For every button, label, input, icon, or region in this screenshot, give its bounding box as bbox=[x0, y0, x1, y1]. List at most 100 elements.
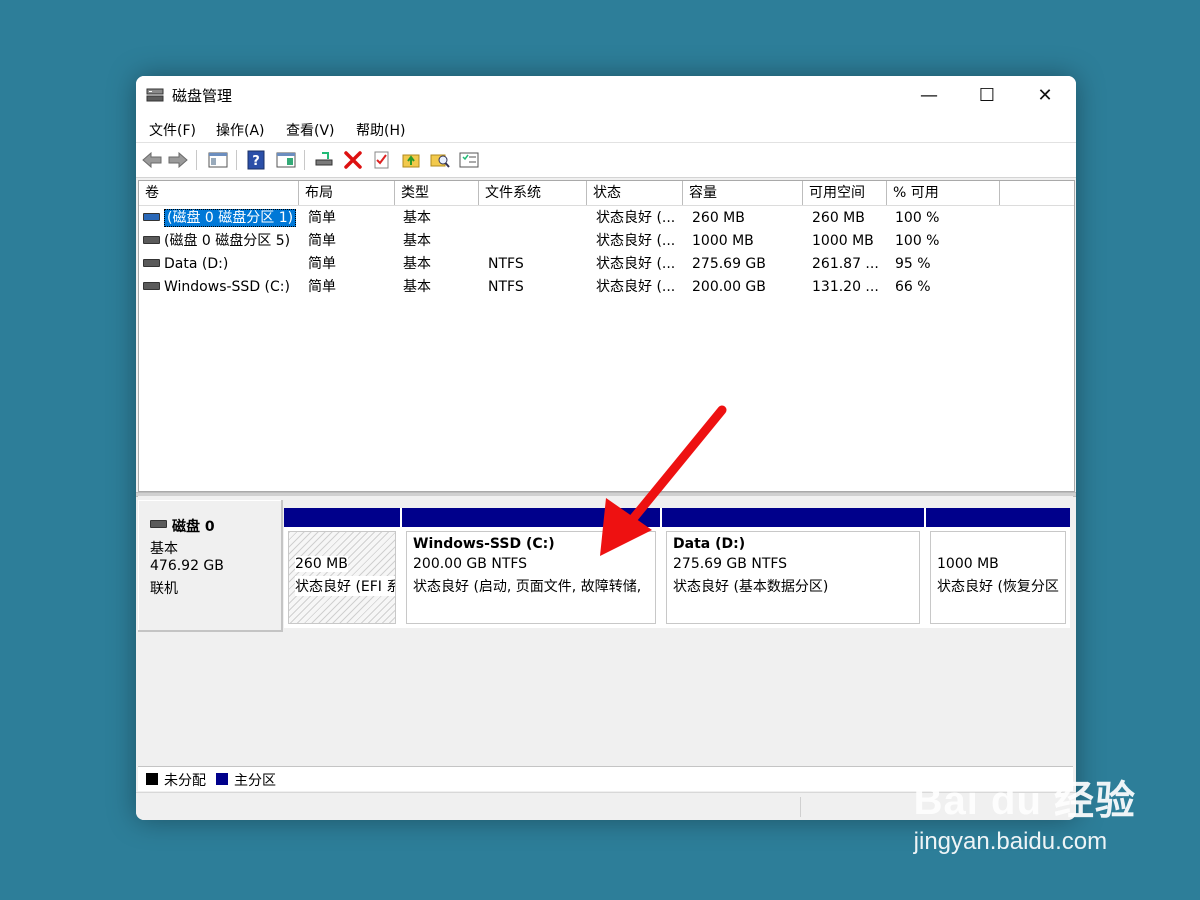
toolbar-separator bbox=[304, 150, 305, 170]
title-bar: 磁盘管理 — ☐ ✕ bbox=[136, 76, 1076, 114]
percent-free-cell: 100 % bbox=[895, 210, 940, 226]
col-percent-free[interactable]: % 可用 bbox=[887, 181, 1000, 205]
partition-title: Data (D:) bbox=[673, 536, 746, 552]
layout-cell: 简单 bbox=[308, 256, 336, 272]
col-capacity[interactable]: 容量 bbox=[683, 181, 803, 205]
status-cell: 状态良好 (... bbox=[596, 279, 676, 295]
disk-0-label[interactable]: 磁盘 0 基本 476.92 GB 联机 bbox=[138, 500, 283, 632]
volume-name: (磁盘 0 磁盘分区 1) bbox=[164, 209, 297, 227]
percent-free-cell: 95 % bbox=[895, 256, 931, 272]
minimize-icon: — bbox=[920, 84, 938, 106]
layout-cell: 简单 bbox=[308, 279, 336, 295]
disk-name: 磁盘 0 bbox=[172, 519, 215, 535]
help-icon: ? bbox=[247, 150, 265, 170]
properties-icon bbox=[459, 152, 479, 168]
table-row[interactable]: (磁盘 0 磁盘分区 1) 简单 基本 状态良好 (... 260 MB 260… bbox=[139, 207, 1074, 229]
partition-bar bbox=[662, 508, 924, 527]
free-space-cell: 261.87 ... bbox=[812, 256, 879, 272]
status-cell: 状态良好 (... bbox=[596, 210, 676, 226]
col-volume[interactable]: 卷 bbox=[139, 181, 299, 205]
volume-cell: (磁盘 0 磁盘分区 5) bbox=[139, 230, 299, 252]
minimize-button[interactable]: — bbox=[900, 76, 958, 114]
table-row[interactable]: (磁盘 0 磁盘分区 5) 简单 基本 状态良好 (... 1000 MB 10… bbox=[139, 230, 1074, 252]
capacity-cell: 275.69 GB bbox=[692, 256, 766, 272]
forward-button[interactable] bbox=[168, 150, 188, 170]
volume-name: (磁盘 0 磁盘分区 5) bbox=[164, 233, 291, 249]
drive-icon bbox=[143, 282, 160, 290]
partition-title: Windows-SSD (C:) bbox=[413, 536, 555, 552]
folder-search-icon bbox=[430, 154, 450, 168]
forward-arrow-icon bbox=[168, 152, 188, 168]
folder-up-icon bbox=[402, 154, 420, 168]
show-pane-icon bbox=[276, 152, 296, 168]
partition-recovery[interactable]: 1000 MB 状态良好 (恢复分区 bbox=[926, 508, 1070, 628]
menu-view[interactable]: 查看(V) bbox=[286, 120, 335, 140]
partition-box: 1000 MB 状态良好 (恢复分区 bbox=[930, 531, 1066, 624]
baidu-jingyan-watermark: Bai du 经验 jingyan.baidu.com bbox=[914, 768, 1136, 856]
maximize-button[interactable]: ☐ bbox=[958, 76, 1016, 114]
close-button[interactable]: ✕ bbox=[1016, 76, 1074, 114]
partition-size: 275.69 GB NTFS bbox=[673, 556, 788, 572]
percent-free-cell: 100 % bbox=[895, 233, 940, 249]
partition-size: 1000 MB bbox=[937, 556, 999, 572]
console-tree-button[interactable] bbox=[208, 150, 228, 170]
partition-map: 260 MB 状态良好 (EFI 系 Windows-SSD (C:) 200.… bbox=[284, 508, 1070, 628]
status-divider bbox=[800, 797, 801, 817]
disk-type: 基本 bbox=[150, 541, 178, 557]
properties-button[interactable] bbox=[459, 150, 479, 170]
partition-status: 状态良好 (基本数据分区) bbox=[673, 579, 829, 595]
partition-size: 260 MB bbox=[295, 556, 348, 572]
legend-label-primary: 主分区 bbox=[234, 773, 276, 789]
volume-name: Windows-SSD (C:) bbox=[164, 279, 290, 295]
maximize-icon: ☐ bbox=[978, 84, 996, 106]
status-cell: 状态良好 (... bbox=[596, 256, 676, 272]
partition-status: 状态良好 (EFI 系 bbox=[295, 576, 395, 596]
table-row[interactable]: Windows-SSD (C:) 简单 基本 NTFS 状态良好 (... 20… bbox=[139, 276, 1074, 298]
disk-management-icon bbox=[146, 88, 164, 102]
partition-box: Windows-SSD (C:) 200.00 GB NTFS 状态良好 (启动… bbox=[406, 531, 656, 624]
type-cell: 基本 bbox=[403, 279, 431, 295]
partition-status: 状态良好 (恢复分区 bbox=[937, 579, 1059, 595]
partition-windows-ssd[interactable]: Windows-SSD (C:) 200.00 GB NTFS 状态良好 (启动… bbox=[402, 508, 660, 628]
menu-bar: 文件(F) 操作(A) 查看(V) 帮助(H) bbox=[136, 114, 1076, 142]
type-cell: 基本 bbox=[403, 256, 431, 272]
volume-cell: (磁盘 0 磁盘分区 1) bbox=[139, 207, 299, 229]
volume-cell: Data (D:) bbox=[139, 253, 299, 275]
show-hide-pane-button[interactable] bbox=[276, 150, 296, 170]
svg-text:?: ? bbox=[252, 154, 260, 169]
delete-button[interactable] bbox=[343, 150, 363, 170]
folder-search-button[interactable] bbox=[430, 150, 450, 170]
menu-action[interactable]: 操作(A) bbox=[216, 120, 265, 140]
col-filesystem[interactable]: 文件系统 bbox=[479, 181, 587, 205]
filesystem-cell: NTFS bbox=[488, 256, 524, 272]
folder-up-button[interactable] bbox=[401, 150, 421, 170]
legend-swatch-unallocated bbox=[146, 773, 158, 785]
connect-drive-button[interactable] bbox=[314, 150, 334, 170]
checklist-button[interactable] bbox=[372, 150, 392, 170]
free-space-cell: 1000 MB bbox=[812, 233, 874, 249]
col-status[interactable]: 状态 bbox=[587, 181, 683, 205]
help-button[interactable]: ? bbox=[246, 150, 266, 170]
window-title: 磁盘管理 bbox=[172, 87, 233, 105]
back-button[interactable] bbox=[142, 150, 162, 170]
partition-bar bbox=[926, 508, 1070, 527]
col-type[interactable]: 类型 bbox=[395, 181, 479, 205]
capacity-cell: 260 MB bbox=[692, 210, 745, 226]
layout-cell: 简单 bbox=[308, 210, 336, 226]
menu-help[interactable]: 帮助(H) bbox=[356, 120, 405, 140]
disk-icon bbox=[150, 520, 167, 528]
col-layout[interactable]: 布局 bbox=[299, 181, 395, 205]
disk-size: 476.92 GB bbox=[150, 558, 224, 574]
free-space-cell: 131.20 ... bbox=[812, 279, 879, 295]
legend-label-unallocated: 未分配 bbox=[164, 773, 206, 789]
drive-icon bbox=[143, 236, 160, 244]
partition-bar bbox=[284, 508, 400, 527]
table-row[interactable]: Data (D:) 简单 基本 NTFS 状态良好 (... 275.69 GB… bbox=[139, 253, 1074, 275]
menu-file[interactable]: 文件(F) bbox=[149, 120, 196, 140]
type-cell: 基本 bbox=[403, 210, 431, 226]
partition-data[interactable]: Data (D:) 275.69 GB NTFS 状态良好 (基本数据分区) bbox=[662, 508, 924, 628]
partition-efi[interactable]: 260 MB 状态良好 (EFI 系 bbox=[284, 508, 400, 628]
col-free-space[interactable]: 可用空间 bbox=[803, 181, 887, 205]
toolbar-separator bbox=[196, 150, 197, 170]
connect-drive-icon bbox=[315, 152, 333, 166]
